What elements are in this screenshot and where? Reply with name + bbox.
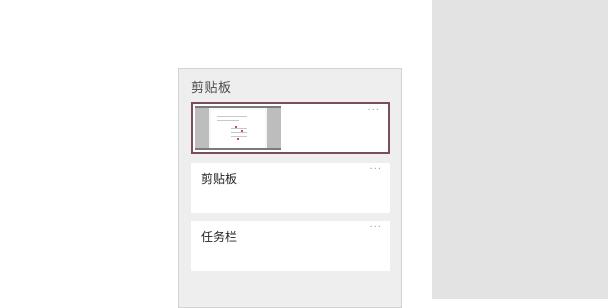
thumbnail-text-line: [231, 136, 247, 137]
thumbnail-text-line: [231, 132, 247, 133]
thumbnail-sidebar-right: [267, 108, 281, 148]
clipboard-item-image[interactable]: ···: [191, 102, 390, 154]
thumbnail-mark: [237, 138, 239, 140]
more-options-icon[interactable]: ···: [369, 164, 382, 175]
clipboard-history-panel: 剪贴板 ··· 剪贴板 ··· 任务栏 ···: [178, 68, 402, 308]
right-pane-background: [432, 0, 608, 299]
more-options-icon[interactable]: ···: [369, 222, 382, 233]
thumbnail-text-line: [217, 116, 247, 117]
screenshot-thumbnail: [195, 106, 281, 150]
clipboard-item-text[interactable]: 剪贴板 ···: [191, 163, 390, 213]
thumbnail-page: [211, 110, 265, 148]
clipboard-item-text-content: 任务栏: [201, 230, 238, 244]
thumbnail-taskbar: [195, 148, 281, 150]
more-options-icon[interactable]: ···: [367, 105, 380, 116]
panel-title: 剪贴板: [191, 81, 232, 96]
clipboard-item-text-content: 剪贴板: [201, 172, 238, 186]
clipboard-item-text[interactable]: 任务栏 ···: [191, 221, 390, 271]
thumbnail-text-line: [217, 120, 239, 121]
thumbnail-mark: [241, 130, 243, 132]
thumbnail-mark: [235, 126, 237, 128]
thumbnail-sidebar-left: [195, 108, 209, 148]
thumbnail-text-line: [231, 128, 247, 129]
